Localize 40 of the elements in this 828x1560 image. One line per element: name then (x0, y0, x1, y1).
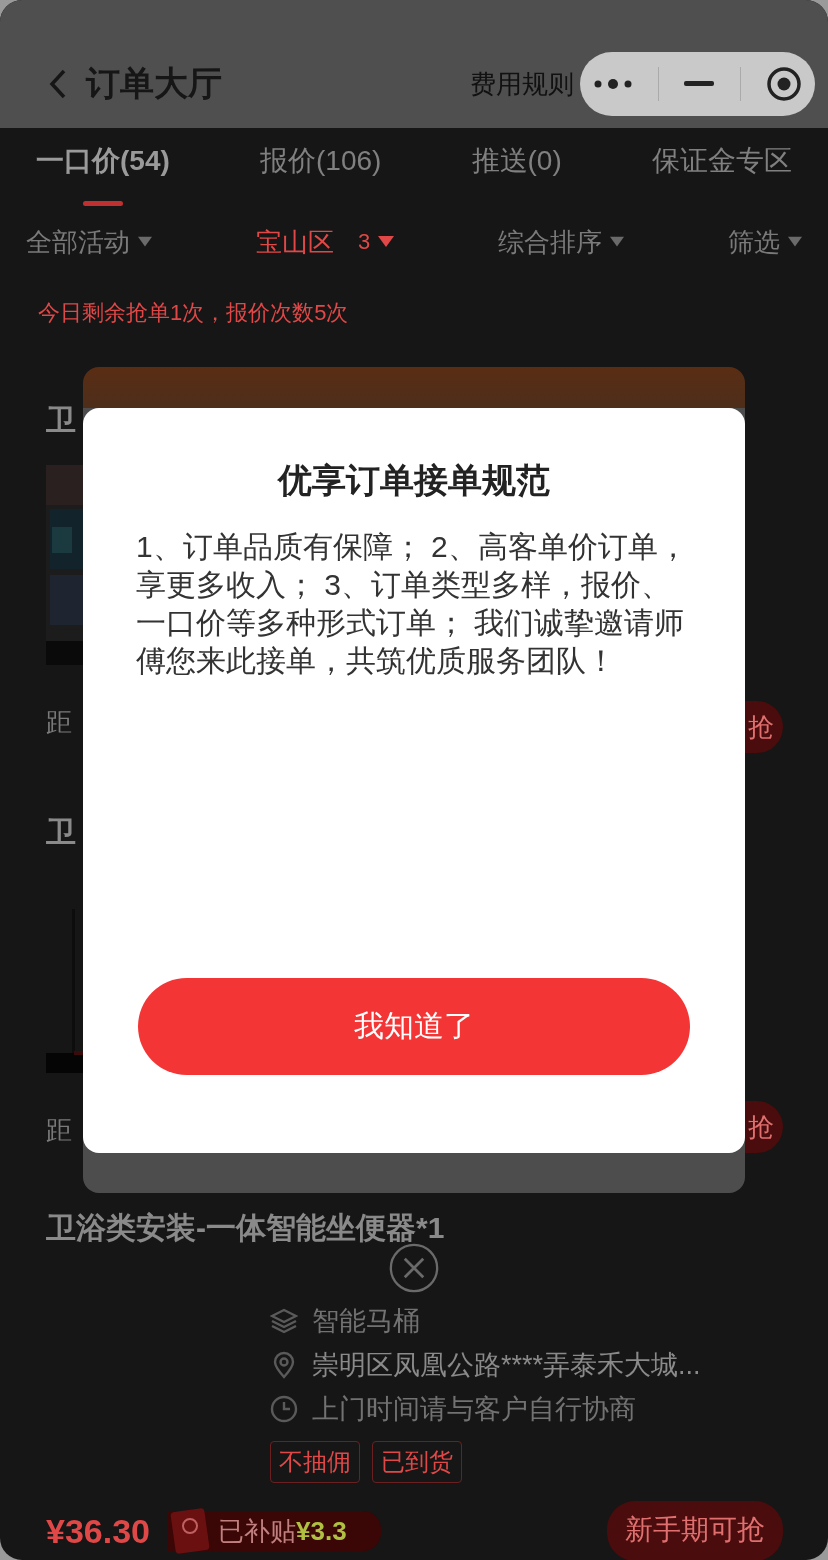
tag: 不抽佣 (270, 1441, 360, 1483)
dialog-title: 优享订单接单规范 (278, 460, 550, 501)
filter-count: 3 (357, 229, 371, 255)
confirm-button[interactable]: 我知道了 (138, 978, 690, 1075)
filter-dropdown[interactable]: 综合排序 (498, 224, 603, 260)
tab-indicator (82, 201, 123, 206)
filter-dropdown[interactable]: 宝山区 (255, 224, 334, 260)
order-title: 卫浴类安装-一体智能坐便器*1 (46, 1210, 445, 1246)
caret-icon (138, 236, 152, 248)
distance-text: 距 (46, 1114, 72, 1147)
fee-rules-link[interactable]: 费用规则 (470, 66, 574, 102)
target-icon (766, 66, 803, 102)
quota-notice: 今日剩余抢单1次，报价次数5次 (37, 299, 350, 327)
category-text: 智能马桶 (312, 1305, 420, 1338)
more-icon (592, 77, 633, 91)
order-title: 卫 (46, 402, 76, 438)
caret-icon (787, 236, 802, 248)
caret-icon (610, 236, 625, 248)
price: ¥36.30 (46, 1511, 150, 1551)
distance-text: 距 (46, 706, 72, 739)
minimize-icon (684, 81, 715, 87)
clock-icon (270, 1395, 298, 1423)
order-title: 卫 (46, 814, 76, 850)
subsidy-label: 已补贴 (218, 1514, 296, 1548)
address-text: 崇明区凤凰公路****弄泰禾大城... (312, 1349, 701, 1382)
tab[interactable]: 一口价(54) (36, 142, 170, 186)
tag: 已到货 (372, 1441, 462, 1483)
filter-dropdown[interactable]: 全部活动 (26, 224, 130, 260)
tab[interactable]: 推送(0) (471, 142, 562, 186)
grab-button[interactable]: 新手期可抢 (607, 1501, 783, 1560)
tab[interactable]: 报价(106) (260, 142, 382, 186)
filter-dropdown[interactable]: 筛选 (727, 224, 780, 260)
time-text: 上门时间请与客户自行协商 (312, 1393, 636, 1426)
caret-icon (378, 236, 395, 248)
page-title: 订单大厅 (86, 63, 222, 104)
subsidy-amount: ¥3.3 (296, 1515, 347, 1547)
layers-icon (270, 1307, 298, 1335)
dialog-text: 1、订单品质有保障； 2、高客单价订单，享更多收入； 3、订单类型多样，报价、一口价等多种形式订单； 我们诚挚邀请师傅您来此接单，共筑优质服务团队！ (136, 529, 689, 679)
close-icon[interactable] (389, 1243, 439, 1293)
tab[interactable]: 保证金专区 (651, 142, 792, 186)
